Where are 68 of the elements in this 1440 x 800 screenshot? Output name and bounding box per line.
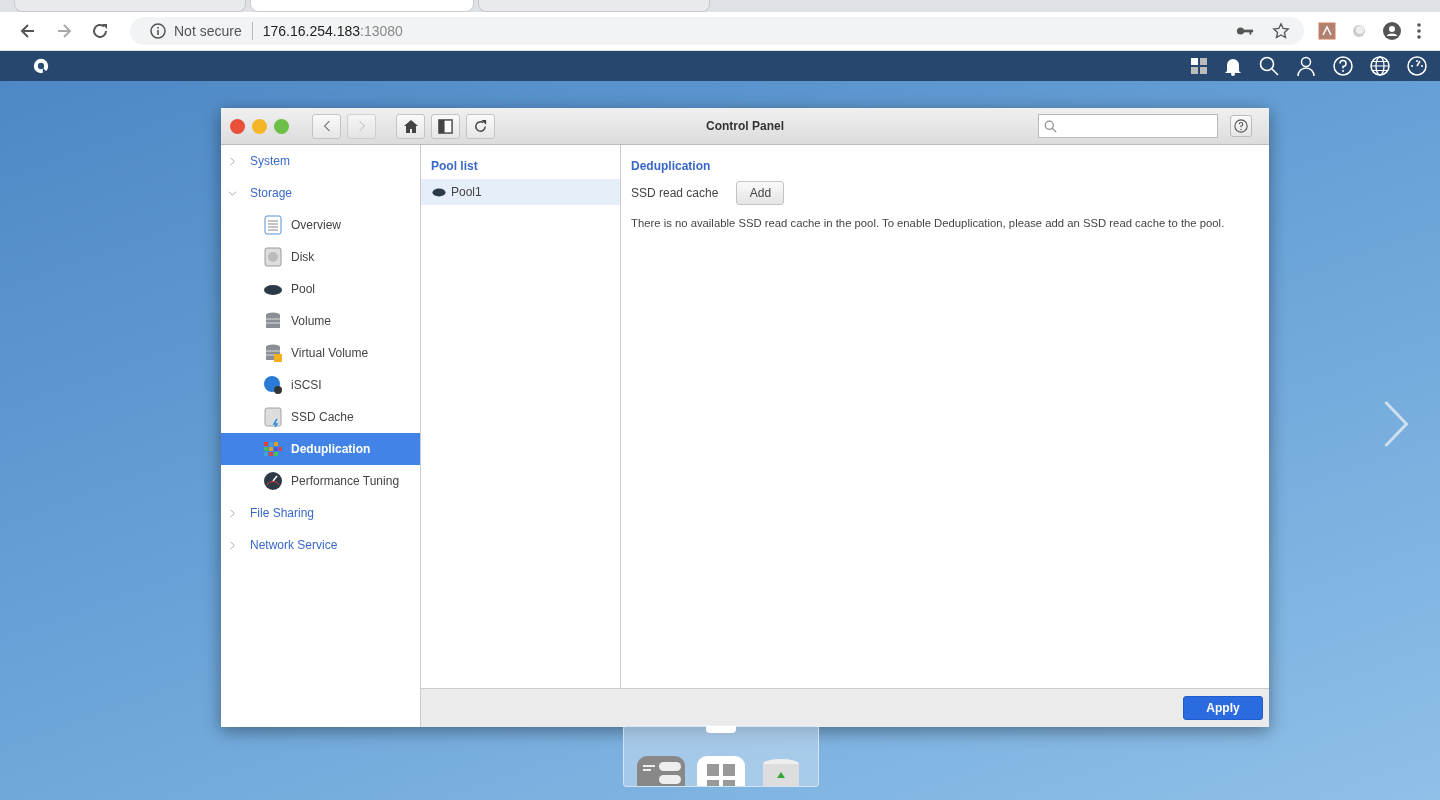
- close-icon[interactable]: [230, 118, 245, 134]
- gauge-icon[interactable]: [1407, 56, 1427, 76]
- star-icon[interactable]: [1272, 22, 1290, 40]
- security-label: Not secure: [174, 23, 242, 39]
- help-icon: [1234, 119, 1248, 133]
- sidebar-item[interactable]: Volume: [221, 305, 420, 337]
- apply-button[interactable]: Apply: [1183, 696, 1263, 720]
- sidebar-group[interactable]: File Sharing: [221, 497, 420, 529]
- sidebar-item[interactable]: Overview: [221, 209, 420, 241]
- chevron-down-icon: [228, 188, 237, 198]
- sidebar-item[interactable]: Deduplication: [221, 433, 420, 465]
- search-field[interactable]: [1038, 114, 1218, 138]
- globe-gear-icon: [263, 375, 283, 395]
- list-window-icon: [263, 215, 283, 235]
- profile-icon[interactable]: [1382, 21, 1402, 41]
- refresh-button[interactable]: [466, 113, 495, 139]
- url-text: 176.16.254.183:13080: [262, 23, 403, 39]
- disc-icon: [432, 187, 446, 197]
- chevron-right-icon: [228, 156, 237, 166]
- sidebar-icon: [438, 118, 453, 134]
- back-button[interactable]: [312, 113, 341, 139]
- home-button[interactable]: [396, 113, 425, 139]
- home-icon: [402, 118, 419, 134]
- extension-icon[interactable]: [1318, 22, 1336, 40]
- colored-grid-icon: [263, 439, 283, 459]
- sidebar-item[interactable]: SSD Cache: [221, 401, 420, 433]
- search-icon: [1044, 119, 1057, 133]
- reload-icon[interactable]: [90, 21, 110, 41]
- info-message: There is no available SSD read cache in the pool. To enable Deduplication, please add an SSD read cache to the pool.: [631, 217, 1226, 229]
- chevron-left-icon: [322, 120, 331, 132]
- grid-icon[interactable]: [1191, 58, 1207, 74]
- sidebar-item[interactable]: Disk: [221, 241, 420, 273]
- pool-item[interactable]: Pool1: [421, 179, 620, 205]
- help-button[interactable]: [1230, 115, 1252, 137]
- window-title: Control Panel: [706, 119, 784, 133]
- database-icon: [263, 311, 283, 331]
- globe-icon[interactable]: [1370, 56, 1390, 76]
- search-icon[interactable]: [1259, 56, 1279, 76]
- add-button[interactable]: Add: [736, 181, 785, 205]
- bell-icon[interactable]: [1224, 56, 1242, 76]
- section-title: Deduplication: [630, 158, 712, 175]
- sidebar-item[interactable]: iSCSI: [221, 369, 420, 401]
- sidebar-group[interactable]: Storage: [221, 177, 420, 209]
- sidebar-group[interactable]: System: [221, 145, 420, 177]
- pool-list-title: Pool list: [430, 158, 479, 175]
- chevron-right-icon: [357, 120, 366, 132]
- address-bar[interactable]: Not secure 176.16.254.183:13080: [130, 17, 1304, 45]
- panel-toggle-button[interactable]: [431, 113, 460, 139]
- more-icon[interactable]: [1416, 22, 1422, 40]
- app-grid-icon[interactable]: [697, 756, 745, 786]
- sidebar-group[interactable]: Network Service: [221, 529, 420, 561]
- gauge-icon: [263, 471, 283, 491]
- database-icon: [263, 343, 283, 363]
- chevron-right-icon: [228, 540, 237, 550]
- user-icon[interactable]: [1296, 56, 1316, 76]
- field-label: SSD read cache: [631, 186, 719, 200]
- sidebar-item[interactable]: Virtual Volume: [221, 337, 420, 369]
- refresh-icon: [473, 118, 488, 134]
- help-icon[interactable]: [1333, 56, 1353, 76]
- toggle-app-icon[interactable]: [637, 756, 685, 786]
- key-icon[interactable]: [1236, 25, 1254, 37]
- dock-handle[interactable]: [706, 726, 736, 733]
- logo-icon[interactable]: [32, 57, 50, 75]
- info-icon: [150, 23, 166, 39]
- sidebar-item[interactable]: Pool: [221, 273, 420, 305]
- chevron-right-icon: [228, 508, 237, 518]
- ssd-icon: [263, 407, 283, 427]
- sidebar-item[interactable]: Performance Tuning: [221, 465, 420, 497]
